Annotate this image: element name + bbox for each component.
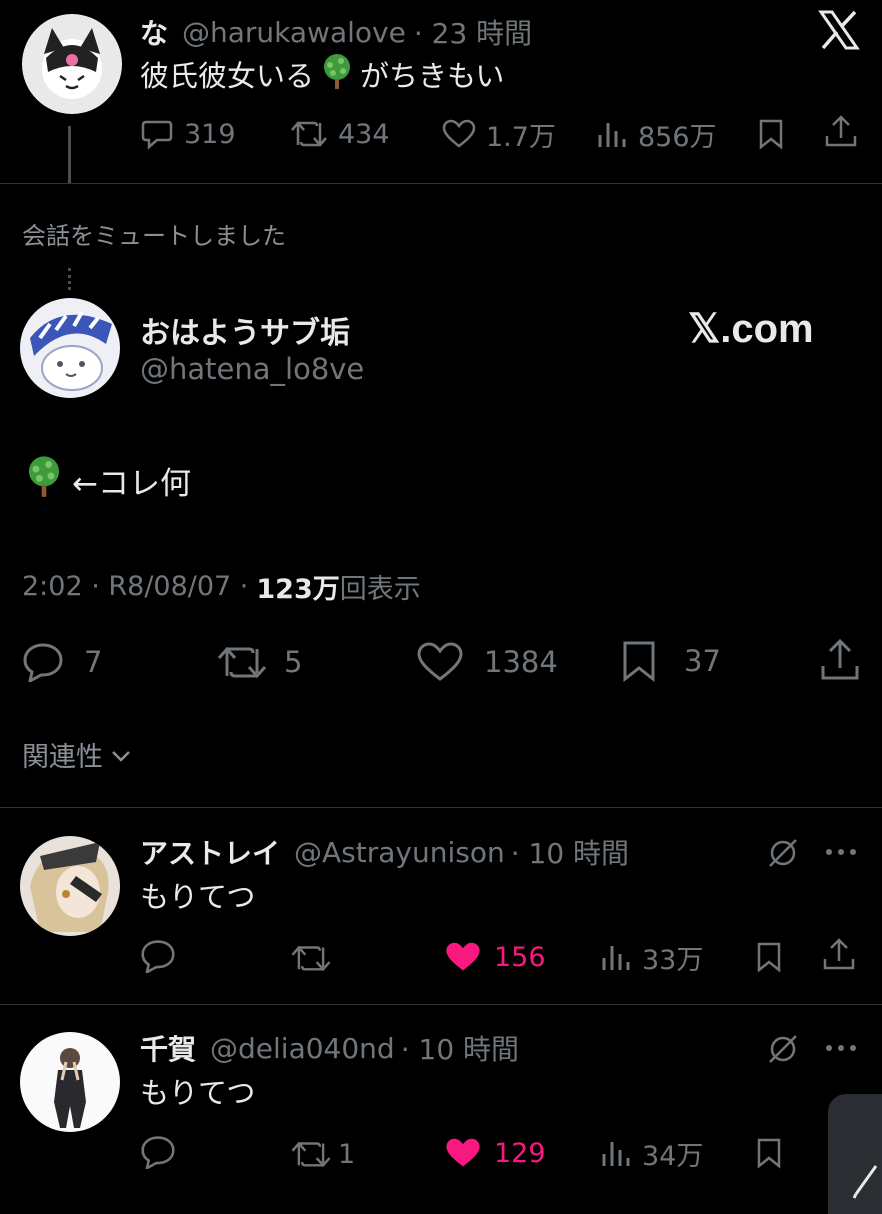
- more-options-icon[interactable]: [824, 844, 858, 858]
- floating-compose-button[interactable]: [828, 1094, 882, 1214]
- avatar[interactable]: [22, 14, 122, 114]
- repost-count: 434: [338, 118, 390, 150]
- repost-button[interactable]: 5: [216, 642, 302, 682]
- author-handle[interactable]: @hatena_lo8ve: [140, 352, 364, 386]
- like-button[interactable]: 129: [444, 1134, 546, 1172]
- bookmark-button[interactable]: [754, 938, 784, 976]
- thread-line: [68, 126, 71, 184]
- repost-button[interactable]: 1: [290, 1136, 355, 1172]
- author-handle[interactable]: @harukawalove: [182, 16, 406, 49]
- repost-count: 1: [338, 1138, 356, 1170]
- avatar[interactable]: [20, 298, 120, 398]
- tweet-time[interactable]: · 23 時間: [414, 12, 532, 52]
- tweet-meta: 2:02 · R8/08/07 · 123万 回表示: [22, 566, 421, 606]
- bookmark-button[interactable]: [754, 1134, 784, 1172]
- reply-button[interactable]: [140, 1134, 176, 1170]
- tree-emoji-icon: [22, 454, 66, 506]
- muted-conversation-notice[interactable]: 会話をミュートしました: [22, 216, 286, 251]
- tweet-text: ←コレ何: [22, 456, 191, 504]
- grok-icon[interactable]: [766, 1032, 800, 1066]
- avatar[interactable]: [20, 1032, 120, 1132]
- more-options-icon[interactable]: [824, 1040, 858, 1054]
- view-count: 34万: [642, 1140, 704, 1172]
- like-button[interactable]: 1.7万: [442, 116, 556, 153]
- bookmark-button[interactable]: 37: [620, 640, 721, 682]
- repost-button[interactable]: [290, 940, 342, 976]
- thread-dots: [68, 268, 74, 290]
- repost-button[interactable]: 434: [290, 116, 390, 152]
- view-count: 33万: [642, 944, 704, 976]
- author-handle[interactable]: @delia040nd: [210, 1032, 395, 1065]
- grok-icon[interactable]: [766, 836, 800, 870]
- like-count: 129: [494, 1137, 546, 1169]
- reply-button[interactable]: 319: [140, 116, 236, 152]
- x-logo-icon[interactable]: [818, 10, 860, 50]
- share-button[interactable]: [824, 114, 858, 150]
- like-count: 1384: [484, 645, 558, 679]
- reply-button[interactable]: 7: [22, 642, 102, 682]
- tweet-header: な @harukawalove · 23 時間: [140, 12, 532, 52]
- reply-header: アストレイ @Astrayunison · 10 時間: [140, 832, 629, 872]
- tweet-text-part: ←コレ何: [72, 465, 191, 502]
- views-button[interactable]: 34万: [600, 1134, 703, 1172]
- sort-relevance-dropdown[interactable]: 関連性: [22, 734, 131, 774]
- share-button[interactable]: [820, 638, 860, 682]
- author-name[interactable]: 千賀: [140, 1028, 196, 1068]
- bookmark-button[interactable]: [756, 116, 786, 152]
- tweet-text-part: 彼氏彼女いる: [140, 59, 315, 93]
- like-count: 1.7万: [486, 121, 556, 153]
- reply-header: 千賀 @delia040nd · 10 時間: [140, 1028, 519, 1068]
- views-button[interactable]: 856万: [596, 116, 717, 153]
- sort-label: 関連性: [22, 741, 103, 773]
- view-label: 回表示: [339, 573, 421, 605]
- like-button[interactable]: 156: [444, 938, 546, 976]
- reply-text: もりてつ: [140, 880, 256, 914]
- share-button[interactable]: [822, 936, 856, 974]
- avatar[interactable]: [20, 836, 120, 936]
- reply-button[interactable]: [140, 938, 176, 974]
- author-name[interactable]: おはようサブ垢: [140, 308, 350, 352]
- view-count: 123万: [256, 573, 340, 605]
- author-name[interactable]: アストレイ: [140, 832, 280, 872]
- reply-count: 7: [84, 645, 103, 679]
- author-name[interactable]: な: [140, 12, 168, 52]
- tweet-time[interactable]: · 10 時間: [511, 832, 629, 872]
- tweet-text: 彼氏彼女いる がちきもい: [140, 52, 505, 97]
- divider: [0, 807, 882, 808]
- brand-watermark: 𝕏.com: [688, 307, 814, 351]
- tree-emoji-icon: [318, 52, 356, 97]
- repost-count: 5: [284, 645, 303, 679]
- like-count: 156: [494, 941, 546, 973]
- reply-count: 319: [184, 118, 236, 150]
- bookmark-count: 37: [684, 644, 721, 678]
- divider: [0, 1004, 882, 1005]
- like-button[interactable]: 1384: [416, 642, 558, 682]
- quill-icon: [850, 1164, 880, 1204]
- tweet-text-part: がちきもい: [360, 59, 505, 93]
- views-button[interactable]: 33万: [600, 938, 703, 976]
- chevron-down-icon: [111, 739, 131, 770]
- view-count: 856万: [638, 121, 717, 153]
- tweet-timestamp[interactable]: 2:02 · R8/08/07 ·: [22, 571, 248, 602]
- author-handle[interactable]: @Astrayunison: [294, 836, 505, 869]
- divider: [0, 183, 882, 184]
- reply-text: もりてつ: [140, 1076, 256, 1110]
- tweet-time[interactable]: · 10 時間: [401, 1028, 519, 1068]
